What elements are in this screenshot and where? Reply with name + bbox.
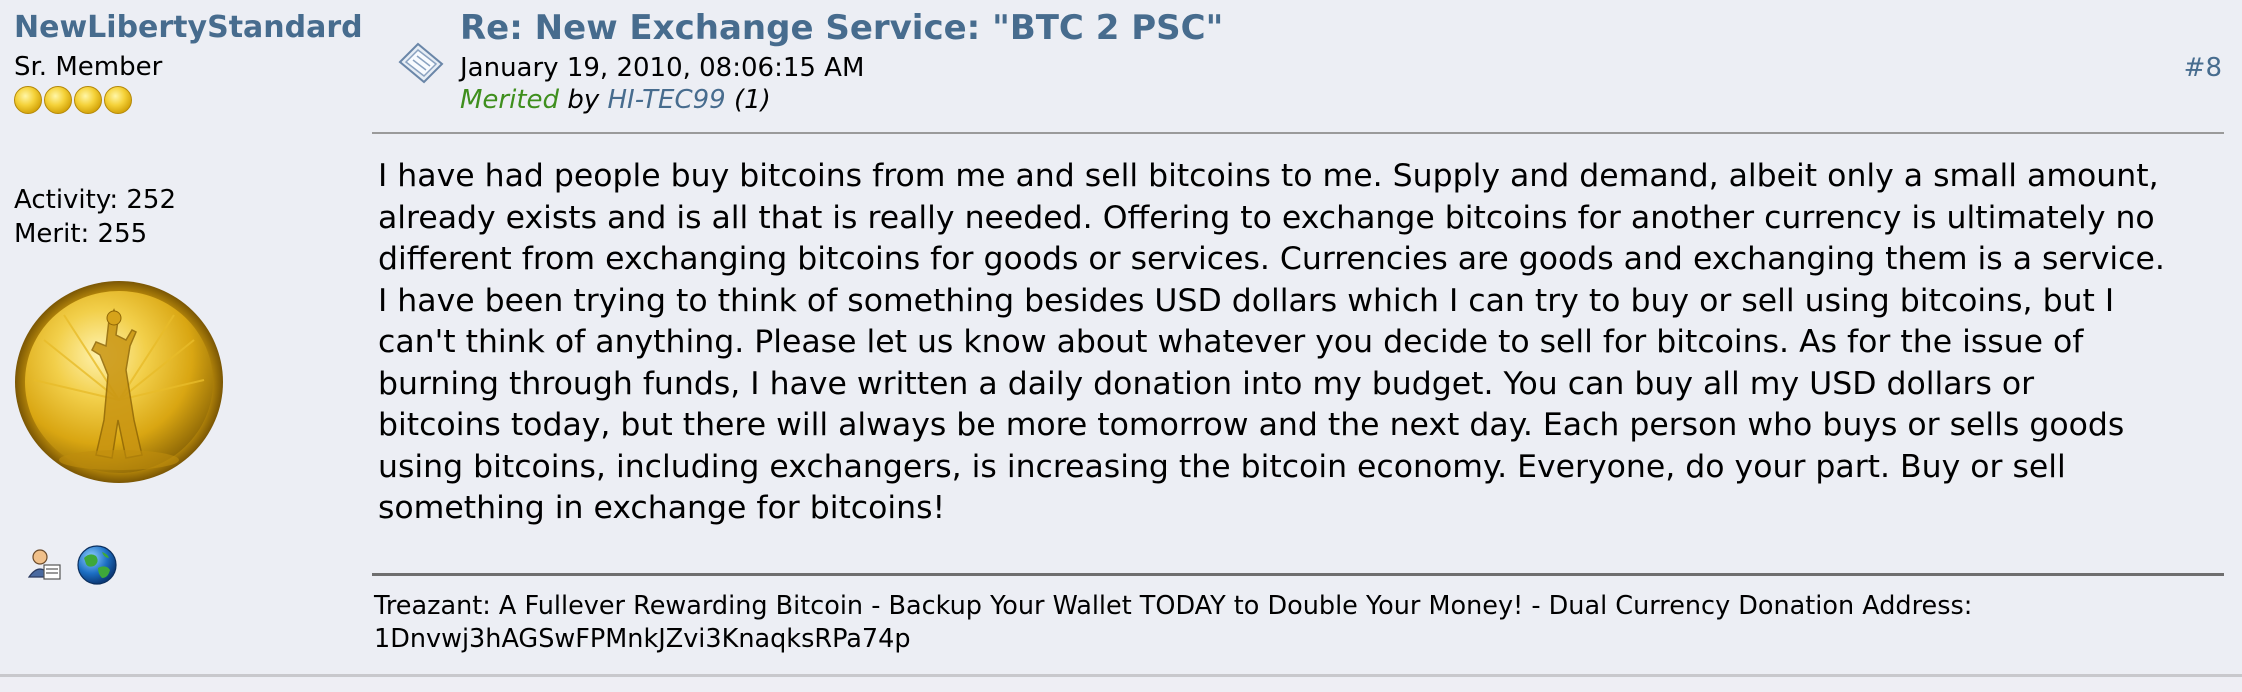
post-body-line: burning through funds, I have written a … — [378, 365, 2035, 402]
signature-address: 1Dnvwj3hAGSwFPMnkJZvi3KnaqksRPa74p — [374, 624, 911, 654]
merited-count: (1) — [734, 85, 771, 115]
post-bottom-border — [0, 674, 2242, 677]
post-body-line: using bitcoins, including exchangers, is… — [378, 448, 2066, 485]
rank-star-icon — [44, 86, 72, 114]
post-topic-icon — [398, 42, 444, 84]
merited-user-link[interactable]: HI-TEC99 — [607, 85, 725, 115]
profile-icons — [26, 544, 118, 586]
post-body-line: can't think of anything. Please let us k… — [378, 324, 2084, 360]
post-date: January 19, 2010, 08:06:15 AM — [460, 53, 865, 83]
post-body-line: already exists and is all that is really… — [378, 199, 2155, 236]
poster-merit: Merit: 255 — [14, 219, 148, 249]
rank-star-icon — [104, 86, 132, 114]
profile-icon[interactable] — [26, 547, 62, 583]
merited-label: Merited — [460, 85, 560, 115]
post-body-line: different from exchanging bitcoins for g… — [378, 241, 2165, 277]
post-body-line: I have been trying to think of something… — [378, 282, 2115, 319]
forum-post: NewLibertyStandard Sr. Member Activity: … — [0, 0, 2242, 678]
post-body-line: I have had people buy bitcoins from me a… — [378, 158, 2159, 194]
poster-activity: Activity: 252 — [14, 185, 176, 215]
post-body: I have had people buy bitcoins from me a… — [378, 156, 2228, 530]
post-number-link[interactable]: #8 — [2184, 52, 2222, 84]
website-globe-icon[interactable] — [76, 544, 118, 586]
poster-name-link[interactable]: NewLibertyStandard — [14, 10, 374, 46]
post-subject-link[interactable]: Re: New Exchange Service: "BTC 2 PSC" — [460, 8, 1223, 48]
poster-rank: Sr. Member — [14, 52, 163, 82]
merited-by-label: by — [567, 85, 600, 115]
merited-line: Merited by HI-TEC99 (1) — [460, 84, 771, 116]
signature-divider — [372, 573, 2224, 576]
rank-star-icon — [74, 86, 102, 114]
rank-stars — [14, 86, 132, 116]
rank-star-icon — [14, 86, 42, 114]
post-body-line: bitcoins today, but there will always be… — [378, 407, 2125, 443]
signature: Treazant: A Fullever Rewarding Bitcoin -… — [374, 590, 2224, 656]
signature-line: Treazant: A Fullever Rewarding Bitcoin -… — [374, 591, 1973, 621]
post-body-line: something in exchange for bitcoins! — [378, 490, 946, 526]
header-divider — [372, 132, 2224, 134]
avatar — [15, 281, 223, 483]
